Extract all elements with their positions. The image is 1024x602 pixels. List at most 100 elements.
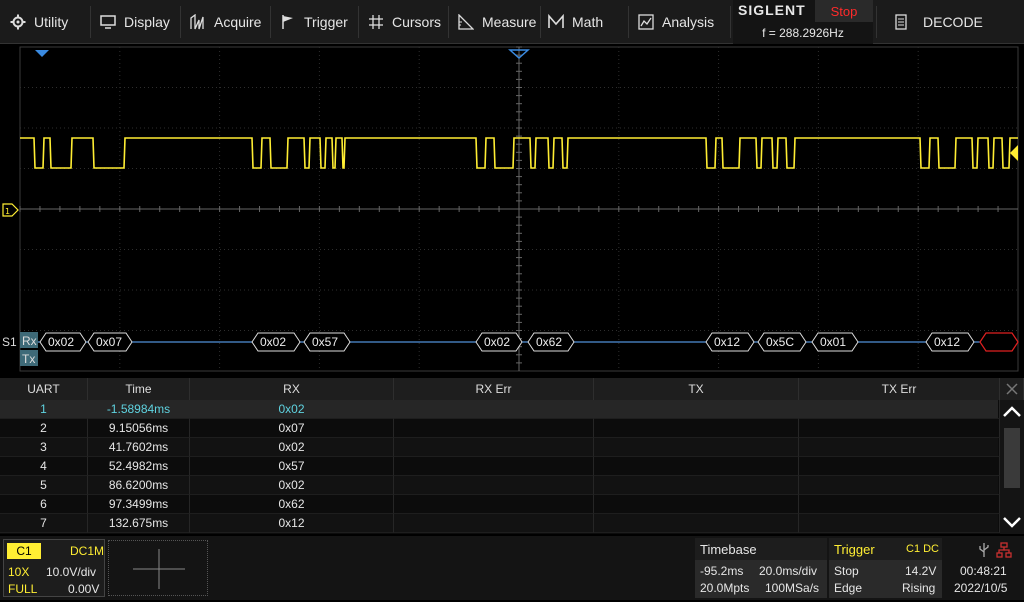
clock-date: 2022/10/5	[954, 581, 1008, 595]
table-row[interactable]: 1 -1.58984ms 0x02	[0, 400, 1000, 419]
menu-measure[interactable]: Measure	[458, 0, 536, 44]
table-row[interactable]: 7 132.675ms 0x12	[0, 514, 1000, 533]
clock-panel: 00:48:21 2022/10/5	[946, 538, 1024, 598]
trigger-source: C1 DC	[906, 543, 940, 555]
plus-icon	[133, 549, 185, 589]
table-cell	[594, 438, 799, 457]
menu-acquire[interactable]: Acquire	[190, 0, 261, 44]
math-icon	[548, 14, 564, 28]
table-cell: 5	[0, 476, 88, 495]
decode-icon	[895, 14, 907, 30]
table-cell: 0x12	[190, 514, 394, 533]
table-cell: 132.675ms	[88, 514, 190, 533]
table-cell	[799, 438, 1000, 457]
table-scrollbar[interactable]	[1000, 400, 1024, 534]
table-cell	[799, 457, 1000, 476]
table-cell	[594, 400, 799, 419]
channel1-panel[interactable]: C1 DC1M 10X 10.0V/div FULL 0.00V	[3, 539, 105, 597]
menu-acquire-label: Acquire	[214, 14, 262, 30]
menu-display-label: Display	[124, 14, 170, 30]
bus-frame-label: 0x07	[96, 335, 122, 349]
menu-trigger[interactable]: Trigger	[280, 0, 348, 44]
table-cell	[394, 400, 594, 419]
table-cell: 97.3499ms	[88, 495, 190, 514]
bus-frame-label: 0x62	[536, 335, 562, 349]
bus-frame-label: 0x57	[312, 335, 338, 349]
table-cell	[594, 495, 799, 514]
channel1-offset-marker[interactable]: 1	[2, 203, 19, 217]
waveform-display[interactable]: 1 0x02 0x07 0x02 0x57 0x02 0x62 0x12 0x5C 0x01 0x…	[0, 45, 1024, 375]
timebase-delay: -95.2ms	[700, 564, 744, 578]
menu-trigger-label: Trigger	[304, 14, 348, 30]
scroll-thumb	[1004, 428, 1020, 488]
table-row[interactable]: 4 52.4982ms 0x57	[0, 457, 1000, 476]
menu-analysis[interactable]: Analysis	[638, 0, 714, 44]
table-row[interactable]: 2 9.15056ms 0x07	[0, 419, 1000, 438]
acquire-icon	[190, 14, 204, 30]
trigger-type: Edge	[834, 581, 863, 595]
clock-time: 00:48:21	[960, 564, 1007, 578]
bus-frame-label: 0x5C	[766, 335, 794, 349]
menu-cursors[interactable]: Cursors	[368, 0, 441, 44]
channel1-badge: C1	[7, 543, 41, 559]
table-cell: 0x07	[190, 419, 394, 438]
menu-utility[interactable]: Utility	[10, 0, 68, 44]
table-cell	[394, 457, 594, 476]
table-row[interactable]: 6 97.3499ms 0x62	[0, 495, 1000, 514]
trigger-level: 14.2V	[905, 564, 937, 578]
trigger-panel[interactable]: Trigger C1 DC Stop 14.2V Edge Rising	[829, 538, 942, 598]
timebase-tdiv: 20.0ms/div	[759, 564, 818, 578]
bus-frame-label: 0x02	[484, 335, 510, 349]
decode-table: UART Time RX RX Err TX TX Err 1 -1.58984m…	[0, 378, 1024, 534]
close-icon	[1005, 383, 1018, 395]
timebase-sample-rate: 100MSa/s	[765, 581, 820, 595]
table-cell: 41.7602ms	[88, 438, 190, 457]
menu-bar: Utility Display Acquire Trigger Cursors …	[0, 0, 1024, 44]
timebase-panel[interactable]: Timebase -95.2ms 20.0ms/div 20.0Mpts 100…	[695, 538, 827, 598]
menu-math-label: Math	[572, 14, 604, 30]
timebase-points: 20.0Mpts	[700, 581, 750, 595]
monitor-icon	[100, 15, 116, 29]
siglent-logo: SIGLENT	[738, 2, 806, 18]
scroll-up-icon	[1003, 406, 1021, 417]
trigger-position-marker[interactable]	[35, 50, 49, 57]
tx-label: Tx	[22, 352, 35, 366]
table-row[interactable]: 3 41.7602ms 0x02	[0, 438, 1000, 457]
table-row[interactable]: 5 86.6200ms 0x02	[0, 476, 1000, 495]
menu-math[interactable]: Math	[548, 0, 603, 44]
trigger-level-marker[interactable]	[1010, 145, 1018, 161]
menu-decode[interactable]: DECODE	[893, 0, 983, 44]
scrollbar-graphic	[1003, 406, 1021, 528]
close-table-button[interactable]	[1000, 378, 1024, 400]
channel1-bandwidth: FULL	[8, 582, 38, 596]
network-icon	[996, 542, 1012, 558]
table-cell	[799, 514, 1000, 533]
run-stop-status[interactable]: Stop	[815, 0, 873, 22]
table-cell: 0x62	[190, 495, 394, 514]
cursors-icon	[369, 15, 383, 29]
channel1-vdiv: 10.0V/div	[46, 565, 97, 579]
table-cell	[799, 495, 1000, 514]
menu-cursors-label: Cursors	[392, 14, 442, 30]
table-cell	[594, 419, 799, 438]
table-cell: -1.58984ms	[88, 400, 190, 419]
table-cell	[799, 419, 1000, 438]
table-cell: 86.6200ms	[88, 476, 190, 495]
table-cell: 4	[0, 457, 88, 476]
table-cell	[594, 457, 799, 476]
table-cell: 0x02	[190, 476, 394, 495]
table-cell	[394, 419, 594, 438]
add-channel-button[interactable]	[108, 540, 208, 596]
menu-display[interactable]: Display	[100, 0, 170, 44]
bus-frame-label: 0x02	[48, 335, 74, 349]
waveform-grid: 1 0x02 0x07 0x02 0x57 0x02 0x62 0x12 0x5C 0x01 0x…	[2, 46, 1019, 372]
bus-error-frame	[979, 332, 1019, 352]
table-cell	[799, 476, 1000, 495]
trigger-mode: Stop	[834, 564, 859, 578]
bus-frame-label: 0x12	[934, 335, 960, 349]
table-cell: 2	[0, 419, 88, 438]
table-cell	[799, 400, 1000, 419]
rx-label: Rx	[22, 334, 37, 348]
table-cell: 6	[0, 495, 88, 514]
frequency-counter: f = 288.2926Hz	[762, 26, 844, 40]
